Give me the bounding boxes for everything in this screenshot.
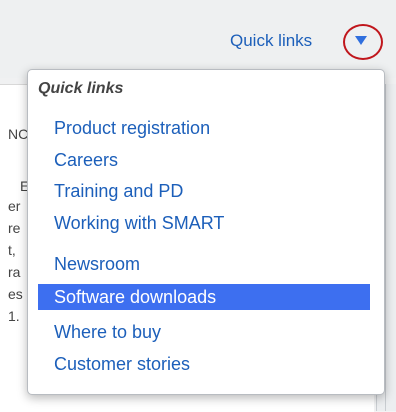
menu-item-software-downloads[interactable]: Software downloads <box>38 284 370 310</box>
scroll-strip-line <box>385 84 392 411</box>
header-bar <box>0 0 396 78</box>
quick-links-label[interactable]: Quick links <box>230 31 312 51</box>
chevron-down-icon[interactable] <box>355 36 367 45</box>
menu-item-customer-stories[interactable]: Customer stories <box>28 351 370 377</box>
menu-item-where-to-buy[interactable]: Where to buy <box>28 319 370 345</box>
quick-links-menu: Quick links Product registration Careers… <box>27 69 385 395</box>
menu-item-newsroom[interactable]: Newsroom <box>28 251 370 277</box>
menu-item-training-and-pd[interactable]: Training and PD <box>28 178 370 204</box>
quick-links-toggle[interactable]: Quick links <box>230 30 312 52</box>
menu-item-careers[interactable]: Careers <box>28 147 370 173</box>
menu-title: Quick links <box>38 80 124 97</box>
menu-item-working-with-smart[interactable]: Working with SMART <box>28 210 370 236</box>
menu-item-product-registration[interactable]: Product registration <box>28 115 370 141</box>
quick-links-dropdown-button[interactable] <box>343 24 383 60</box>
